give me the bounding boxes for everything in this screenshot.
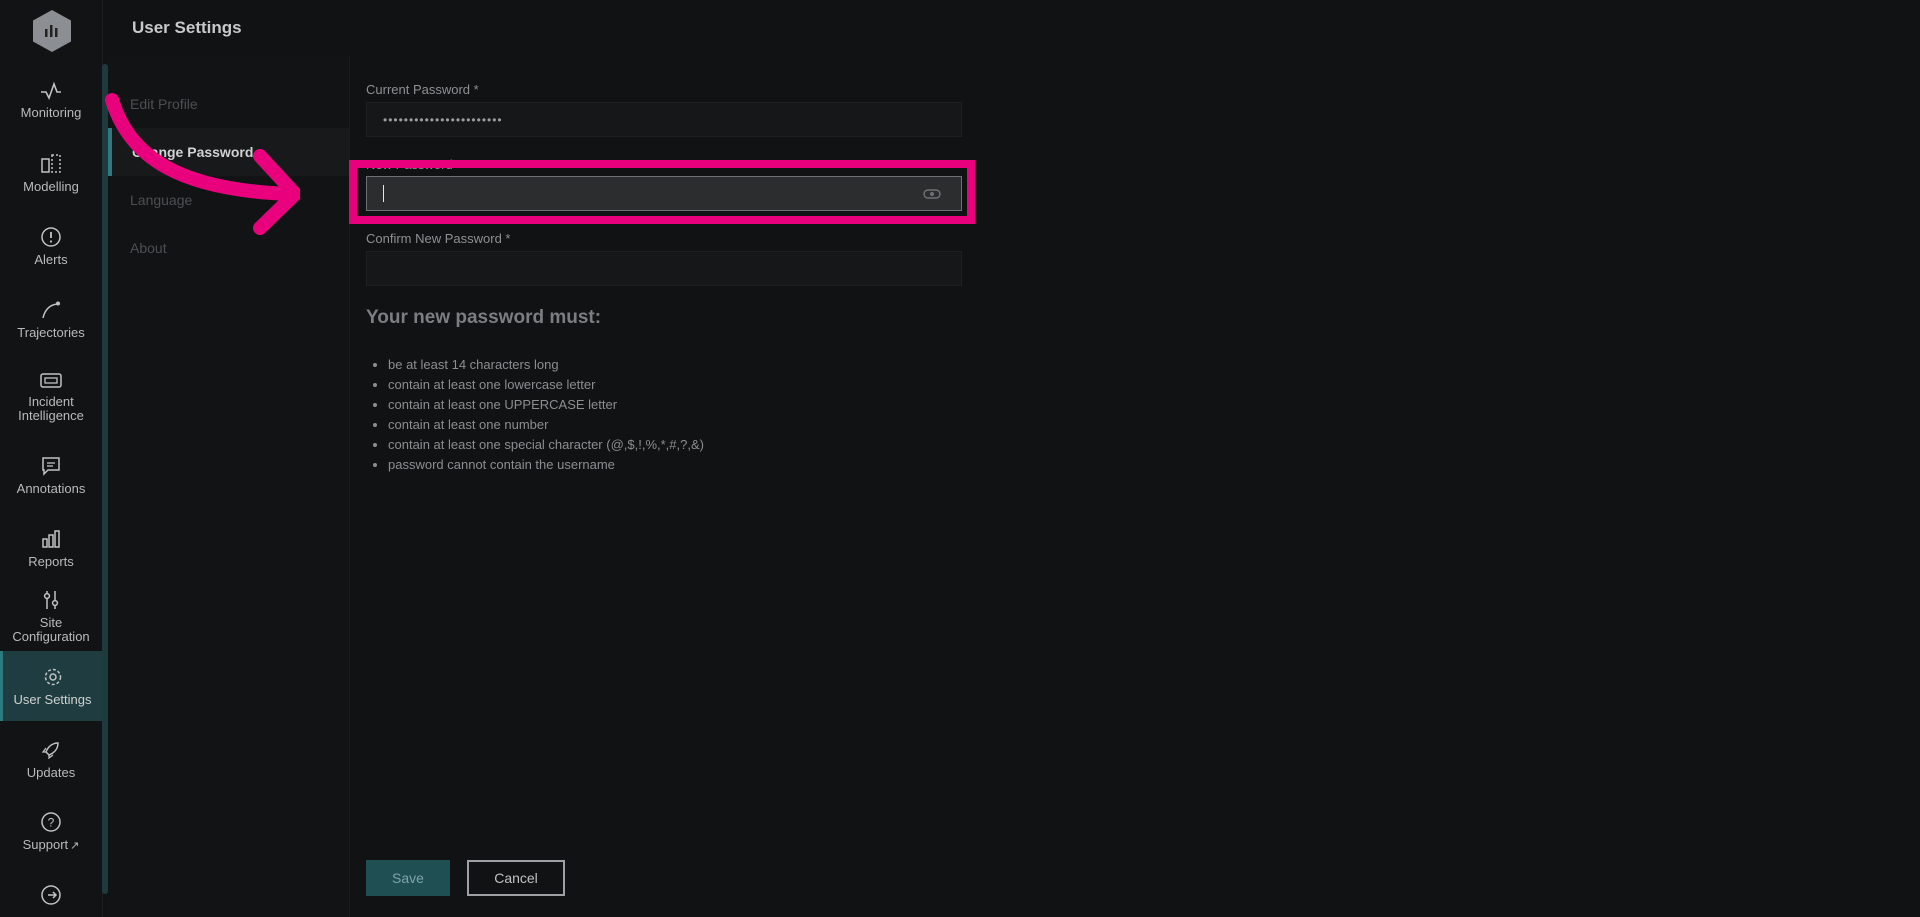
incident-icon — [40, 372, 62, 388]
nav-item-alerts[interactable]: Alerts — [0, 211, 102, 281]
confirm-password-field[interactable] — [366, 251, 962, 286]
text-cursor — [383, 185, 384, 202]
trajectory-icon — [42, 301, 60, 318]
help-circle-icon: ? — [41, 812, 61, 832]
password-rule: contain at least one number — [388, 415, 704, 435]
nav-label: Reports — [28, 553, 74, 569]
current-password-label: Current Password * — [366, 82, 479, 97]
nav-item-annotations[interactable]: Annotations — [0, 440, 102, 510]
nav-label: Updates — [26, 764, 76, 780]
main-nav: Monitoring Modelling Alerts Trajectories… — [0, 0, 103, 917]
modelling-icon — [41, 153, 61, 173]
save-button[interactable]: Save — [366, 860, 450, 896]
password-rule: contain at least one lowercase letter — [388, 375, 704, 395]
svg-text:?: ? — [48, 816, 55, 830]
nav-label: Incident Intelligence — [18, 393, 84, 423]
password-rule: contain at least one UPPERCASE letter — [388, 395, 704, 415]
nav-label: User Settings — [13, 691, 92, 707]
pulse-icon — [41, 81, 61, 100]
password-rules-list: be at least 14 characters long contain a… — [366, 355, 704, 475]
gear-icon — [44, 668, 61, 685]
external-link-icon: ↗ — [70, 840, 80, 852]
nav-item-trajectories[interactable]: Trajectories — [0, 284, 102, 354]
nav-label: Monitoring — [20, 104, 82, 120]
nav-item-modelling[interactable]: Modelling — [0, 138, 102, 208]
nav-label: Alerts — [34, 251, 68, 267]
comment-icon — [42, 456, 60, 476]
nav-label-support: Support ↗ — [23, 838, 80, 853]
logout-icon — [41, 885, 61, 905]
nav-item-logout[interactable] — [0, 870, 102, 917]
nav-item-updates[interactable]: Updates — [0, 724, 102, 794]
rocket-icon — [41, 741, 59, 759]
password-rule: contain at least one special character (… — [388, 435, 704, 455]
nav-item-site-configuration[interactable]: Site Configuration — [0, 578, 102, 654]
annotation-arrow-icon — [105, 93, 300, 235]
password-rules-title: Your new password must: — [366, 307, 602, 328]
app-logo[interactable] — [33, 10, 71, 52]
nav-item-user-settings[interactable]: User Settings — [0, 651, 102, 721]
alert-circle-icon — [41, 226, 61, 247]
confirm-password-label: Confirm New Password * — [366, 231, 511, 246]
new-password-field[interactable] — [366, 176, 962, 211]
subnav-label: About — [130, 240, 167, 256]
nav-label: Modelling — [23, 178, 79, 194]
nav-item-reports[interactable]: Reports — [0, 513, 102, 583]
nav-label: Annotations — [16, 480, 86, 496]
nav-label: Trajectories — [17, 324, 85, 340]
sliders-icon — [43, 590, 59, 609]
password-rule: be at least 14 characters long — [388, 355, 704, 375]
nav-item-incident-intelligence[interactable]: Incident Intelligence — [0, 362, 102, 432]
show-password-icon[interactable] — [923, 188, 941, 200]
nav-label: Site Configuration — [12, 614, 90, 644]
nav-item-monitoring[interactable]: Monitoring — [0, 65, 102, 135]
new-password-label: New Password * — [366, 157, 462, 172]
page-title: User Settings — [132, 18, 242, 37]
nav-item-support[interactable]: ? Support ↗ — [0, 797, 102, 867]
nav-label: Support — [22, 837, 69, 852]
current-password-field[interactable]: ••••••••••••••••••••••• — [366, 102, 962, 137]
current-password-value: ••••••••••••••••••••••• — [383, 112, 503, 127]
cancel-button[interactable]: Cancel — [467, 860, 565, 896]
password-rule: password cannot contain the username — [388, 455, 704, 475]
bar-chart-icon — [42, 529, 60, 548]
